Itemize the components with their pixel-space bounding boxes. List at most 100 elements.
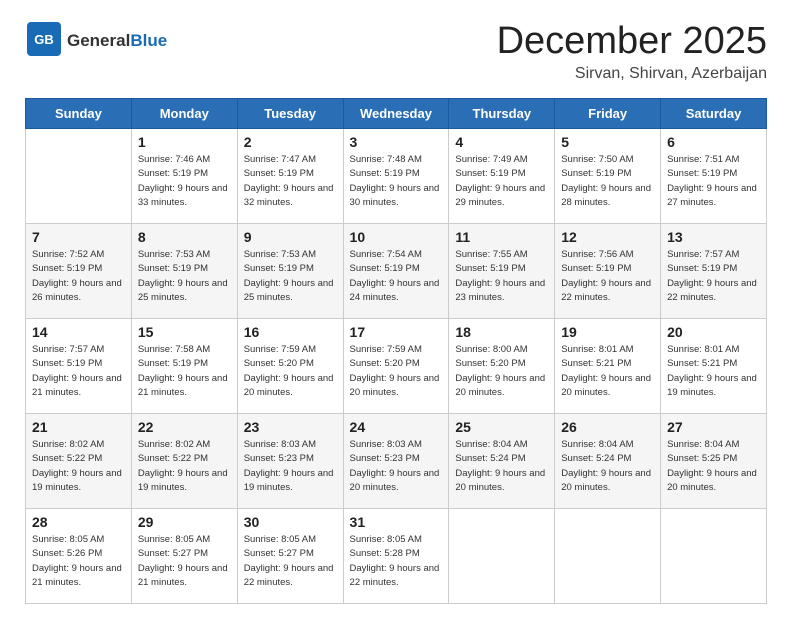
day-info: Sunrise: 8:02 AMSunset: 5:22 PMDaylight:… (32, 438, 125, 495)
day-number: 7 (32, 229, 125, 245)
calendar-day-cell: 6Sunrise: 7:51 AMSunset: 5:19 PMDaylight… (661, 129, 767, 224)
svg-text:GB: GB (34, 32, 54, 47)
calendar-day-cell: 7Sunrise: 7:52 AMSunset: 5:19 PMDaylight… (26, 224, 132, 319)
calendar-day-header: Friday (555, 99, 661, 129)
day-info: Sunrise: 7:50 AMSunset: 5:19 PMDaylight:… (561, 153, 654, 210)
logo-graphic: GB (25, 20, 63, 63)
page-header: GB General Blue December 2025 Sirvan, Sh… (25, 20, 767, 83)
calendar-day-cell (555, 509, 661, 604)
calendar-day-cell: 29 Sunrise: 8:05 AMSunset: 5:27 PMDayligh… (131, 509, 237, 604)
calendar-week-row: 7Sunrise: 7:52 AMSunset: 5:19 PMDaylight… (26, 224, 767, 319)
day-info: Sunrise: 8:00 AMSunset: 5:20 PMDaylight:… (455, 343, 548, 400)
calendar-day-cell: 23Sunrise: 8:03 AMSunset: 5:23 PMDayligh… (237, 414, 343, 509)
month-title: December 2025 (497, 20, 767, 63)
calendar-day-cell: 16 Sunrise: 7:59 AMSunset: 5:20 PMDayligh… (237, 319, 343, 414)
calendar-day-cell: 22 Sunrise: 8:02 AMSunset: 5:22 PMDayligh… (131, 414, 237, 509)
day-number: 15 (138, 324, 231, 340)
day-number: 8 (138, 229, 231, 245)
calendar-day-cell: 30Sunrise: 8:05 AMSunset: 5:27 PMDayligh… (237, 509, 343, 604)
calendar-day-cell: 3 Sunrise: 7:48 AMSunset: 5:19 PMDaylight… (343, 129, 449, 224)
calendar-day-cell: 21 Sunrise: 8:02 AMSunset: 5:22 PMDayligh… (26, 414, 132, 509)
day-info: Sunrise: 8:01 AMSunset: 5:21 PMDaylight:… (561, 343, 654, 400)
day-number: 13 (667, 229, 760, 245)
calendar-day-header: Sunday (26, 99, 132, 129)
day-info: Sunrise: 7:47 AMSunset: 5:19 PMDaylight:… (244, 153, 337, 210)
calendar-day-cell: 14Sunrise: 7:57 AMSunset: 5:19 PMDayligh… (26, 319, 132, 414)
day-info: Sunrise: 7:55 AMSunset: 5:19 PMDaylight:… (455, 248, 548, 305)
day-number: 26 (561, 419, 654, 435)
day-number: 14 (32, 324, 125, 340)
day-info: Sunrise: 7:59 AMSunset: 5:20 PMDaylight:… (244, 343, 337, 400)
day-info: Sunrise: 8:04 AMSunset: 5:24 PMDaylight:… (561, 438, 654, 495)
day-info: Sunrise: 8:05 AMSunset: 5:28 PMDaylight:… (350, 533, 443, 590)
calendar-day-header: Saturday (661, 99, 767, 129)
day-info: Sunrise: 7:54 AMSunset: 5:19 PMDaylight:… (350, 248, 443, 305)
calendar-day-cell: 19 Sunrise: 8:01 AMSunset: 5:21 PMDayligh… (555, 319, 661, 414)
calendar-day-cell: 12Sunrise: 7:56 AMSunset: 5:19 PMDayligh… (555, 224, 661, 319)
day-info: Sunrise: 8:04 AMSunset: 5:24 PMDaylight:… (455, 438, 548, 495)
day-info: Sunrise: 8:03 AMSunset: 5:23 PMDaylight:… (350, 438, 443, 495)
location-subtitle: Sirvan, Shirvan, Azerbaijan (497, 65, 767, 83)
day-number: 1 (138, 134, 231, 150)
day-info: Sunrise: 8:03 AMSunset: 5:23 PMDaylight:… (244, 438, 337, 495)
calendar-week-row: 28 Sunrise: 8:05 AMSunset: 5:26 PMDayligh… (26, 509, 767, 604)
day-number: 2 (244, 134, 337, 150)
day-number: 22 (138, 419, 231, 435)
calendar-week-row: 21 Sunrise: 8:02 AMSunset: 5:22 PMDayligh… (26, 414, 767, 509)
day-info: Sunrise: 7:46 AMSunset: 5:19 PMDaylight:… (138, 153, 231, 210)
calendar-day-cell: 1 Sunrise: 7:46 AMSunset: 5:19 PMDaylight… (131, 129, 237, 224)
day-number: 21 (32, 419, 125, 435)
day-number: 9 (244, 229, 337, 245)
calendar-week-row: 14Sunrise: 7:57 AMSunset: 5:19 PMDayligh… (26, 319, 767, 414)
day-number: 28 (32, 514, 125, 530)
day-number: 6 (667, 134, 760, 150)
calendar-day-cell: 5 Sunrise: 7:50 AMSunset: 5:19 PMDaylight… (555, 129, 661, 224)
calendar-day-header: Tuesday (237, 99, 343, 129)
calendar-day-cell: 11 Sunrise: 7:55 AMSunset: 5:19 PMDayligh… (449, 224, 555, 319)
day-number: 18 (455, 324, 548, 340)
calendar-day-cell: 18 Sunrise: 8:00 AMSunset: 5:20 PMDayligh… (449, 319, 555, 414)
calendar-day-cell: 17 Sunrise: 7:59 AMSunset: 5:20 PMDayligh… (343, 319, 449, 414)
day-number: 10 (350, 229, 443, 245)
logo: GB General Blue (25, 20, 167, 63)
calendar-day-cell (661, 509, 767, 604)
day-number: 19 (561, 324, 654, 340)
day-info: Sunrise: 7:59 AMSunset: 5:20 PMDaylight:… (350, 343, 443, 400)
calendar-day-cell: 15 Sunrise: 7:58 AMSunset: 5:19 PMDayligh… (131, 319, 237, 414)
day-number: 29 (138, 514, 231, 530)
calendar-day-header: Thursday (449, 99, 555, 129)
day-info: Sunrise: 7:53 AMSunset: 5:19 PMDaylight:… (138, 248, 231, 305)
day-info: Sunrise: 7:48 AMSunset: 5:19 PMDaylight:… (350, 153, 443, 210)
day-number: 20 (667, 324, 760, 340)
logo-text-blue: Blue (130, 32, 167, 51)
calendar-day-cell (449, 509, 555, 604)
day-number: 5 (561, 134, 654, 150)
day-info: Sunrise: 8:05 AMSunset: 5:27 PMDaylight:… (138, 533, 231, 590)
calendar-header-row: SundayMondayTuesdayWednesdayThursdayFrid… (26, 99, 767, 129)
day-info: Sunrise: 8:05 AMSunset: 5:26 PMDaylight:… (32, 533, 125, 590)
day-number: 17 (350, 324, 443, 340)
day-number: 27 (667, 419, 760, 435)
day-info: Sunrise: 8:02 AMSunset: 5:22 PMDaylight:… (138, 438, 231, 495)
calendar-day-cell (26, 129, 132, 224)
title-block: December 2025 Sirvan, Shirvan, Azerbaija… (497, 20, 767, 83)
calendar-day-cell: 9 Sunrise: 7:53 AMSunset: 5:19 PMDaylight… (237, 224, 343, 319)
day-info: Sunrise: 8:01 AMSunset: 5:21 PMDaylight:… (667, 343, 760, 400)
day-number: 25 (455, 419, 548, 435)
day-info: Sunrise: 7:53 AMSunset: 5:19 PMDaylight:… (244, 248, 337, 305)
calendar-day-cell: 27Sunrise: 8:04 AMSunset: 5:25 PMDayligh… (661, 414, 767, 509)
day-number: 30 (244, 514, 337, 530)
calendar-day-cell: 8 Sunrise: 7:53 AMSunset: 5:19 PMDaylight… (131, 224, 237, 319)
calendar-day-cell: 4Sunrise: 7:49 AMSunset: 5:19 PMDaylight… (449, 129, 555, 224)
calendar-day-cell: 31 Sunrise: 8:05 AMSunset: 5:28 PMDayligh… (343, 509, 449, 604)
day-number: 12 (561, 229, 654, 245)
day-info: Sunrise: 7:58 AMSunset: 5:19 PMDaylight:… (138, 343, 231, 400)
day-number: 31 (350, 514, 443, 530)
calendar-day-cell: 13Sunrise: 7:57 AMSunset: 5:19 PMDayligh… (661, 224, 767, 319)
day-number: 3 (350, 134, 443, 150)
day-number: 4 (455, 134, 548, 150)
calendar-day-cell: 2 Sunrise: 7:47 AMSunset: 5:19 PMDaylight… (237, 129, 343, 224)
day-number: 11 (455, 229, 548, 245)
calendar-day-cell: 24Sunrise: 8:03 AMSunset: 5:23 PMDayligh… (343, 414, 449, 509)
day-number: 16 (244, 324, 337, 340)
